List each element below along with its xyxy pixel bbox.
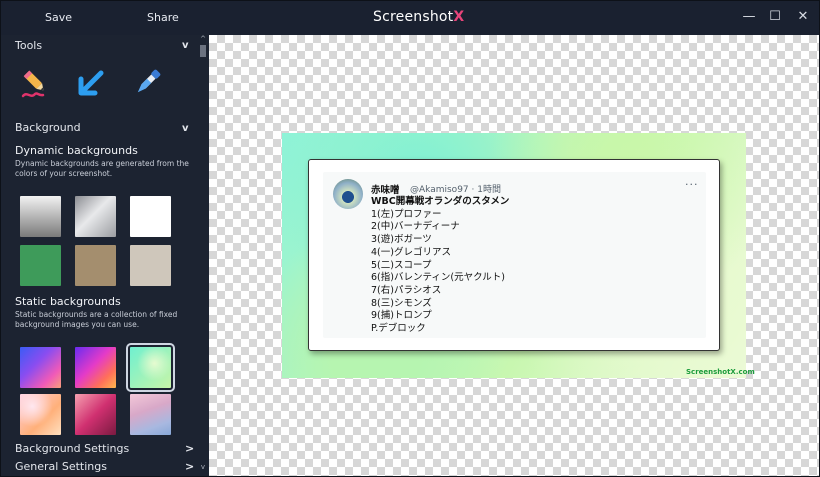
preview-canvas[interactable]: 赤味噌 @Akamiso97 · 1時間 ··· WBC開幕戦オランダのスタメン… [209, 35, 819, 476]
tweet-line: 2(中)バーナディーナ [371, 221, 460, 233]
tools-chevron-icon[interactable]: v [182, 40, 189, 51]
background-settings-row[interactable]: Background Settings [15, 442, 129, 455]
tweet-line: 9(捕)トロンプ [371, 310, 432, 322]
app-title-accent: X [453, 9, 465, 25]
dynamic-swatch-white[interactable] [130, 196, 171, 237]
watermark: ScreenshotX.com [686, 368, 755, 376]
general-settings-row[interactable]: General Settings [15, 460, 107, 473]
dynamic-backgrounds-desc: Dynamic backgrounds are generated from t… [15, 159, 189, 178]
share-button[interactable]: Share [147, 11, 179, 24]
save-button[interactable]: Save [45, 11, 72, 24]
highlighter-pen-icon[interactable] [17, 65, 53, 101]
scrollbar-thumb[interactable] [200, 45, 206, 57]
tweet-line: 7(右)パラシオス [371, 284, 442, 296]
dynamic-swatch-silver[interactable] [75, 196, 116, 237]
sidebar-scrollbar[interactable]: ^ v [198, 35, 208, 476]
dynamic-swatch-green[interactable] [20, 245, 61, 286]
screenshot-card: 赤味噌 @Akamiso97 · 1時間 ··· WBC開幕戦オランダのスタメン… [308, 159, 720, 351]
static-swatch-mint-selected[interactable] [126, 343, 175, 392]
arrow-icon[interactable] [73, 65, 109, 101]
tweet-author-name: 赤味噌 [371, 185, 400, 196]
app-title-main: Screenshot [373, 9, 454, 25]
tweet-line: 6(指)バレンティン(元ヤクルト) [371, 272, 506, 284]
tweet-body: WBC開幕戦オランダのスタメン 1(左)プロファー 2(中)バーナディーナ 3(… [371, 196, 701, 336]
more-icon: ··· [685, 178, 699, 191]
dynamic-swatch-beige[interactable] [130, 245, 171, 286]
background-section-header[interactable]: Background [15, 121, 81, 134]
static-swatch-purple-blue[interactable] [20, 347, 61, 388]
close-button[interactable]: ✕ [793, 7, 813, 27]
static-backgrounds-title: Static backgrounds [15, 295, 121, 308]
tweet-line: P.デブロック [371, 323, 426, 335]
background-frame: 赤味噌 @Akamiso97 · 1時間 ··· WBC開幕戦オランダのスタメン… [282, 133, 755, 378]
static-swatch-pastel[interactable] [130, 394, 171, 435]
dynamic-backgrounds-title: Dynamic backgrounds [15, 144, 138, 157]
static-swatch-magenta-orange[interactable] [75, 347, 116, 388]
static-swatch-peach[interactable] [20, 394, 61, 435]
tools-section-header[interactable]: Tools [15, 39, 42, 52]
static-backgrounds-desc: Static backgrounds are a collection of f… [15, 310, 178, 329]
dynamic-swatch-tan[interactable] [75, 245, 116, 286]
minimize-button[interactable]: — [739, 7, 759, 27]
dynamic-swatch-gray-gradient[interactable] [20, 196, 61, 237]
tweet-line: 3(遊)ボガーツ [371, 234, 432, 246]
tweet-handle: @Akamiso97 · 1時間 [410, 185, 501, 195]
static-swatch-rose[interactable] [75, 394, 116, 435]
background-settings-chevron-icon[interactable]: > [185, 442, 194, 455]
background-chevron-icon[interactable]: v [182, 123, 189, 134]
tweet-line: 1(左)プロファー [371, 208, 442, 220]
app-window: Save Share ScreenshotX — ☐ ✕ Tools v Bac… [0, 0, 820, 477]
color-picker-icon[interactable] [129, 65, 165, 101]
scroll-down-icon[interactable]: v [198, 463, 208, 471]
app-title: ScreenshotX [373, 9, 464, 25]
tweet-line: 5(二)スコープ [371, 259, 432, 271]
maximize-button[interactable]: ☐ [765, 7, 785, 27]
general-settings-chevron-icon[interactable]: > [185, 460, 194, 473]
scroll-up-icon[interactable]: ^ [198, 35, 208, 43]
tweet-line: 4(一)グレゴリアス [371, 246, 451, 258]
tweet-line: WBC開幕戦オランダのスタメン [371, 196, 510, 207]
title-bar: Save Share ScreenshotX — ☐ ✕ [1, 1, 819, 35]
tweet: 赤味噌 @Akamiso97 · 1時間 ··· WBC開幕戦オランダのスタメン… [323, 172, 706, 338]
avatar [333, 179, 363, 209]
sidebar: Tools v Background v Dynamic backgrounds… [1, 35, 197, 476]
tweet-line: 8(三)シモンズ [371, 297, 432, 309]
